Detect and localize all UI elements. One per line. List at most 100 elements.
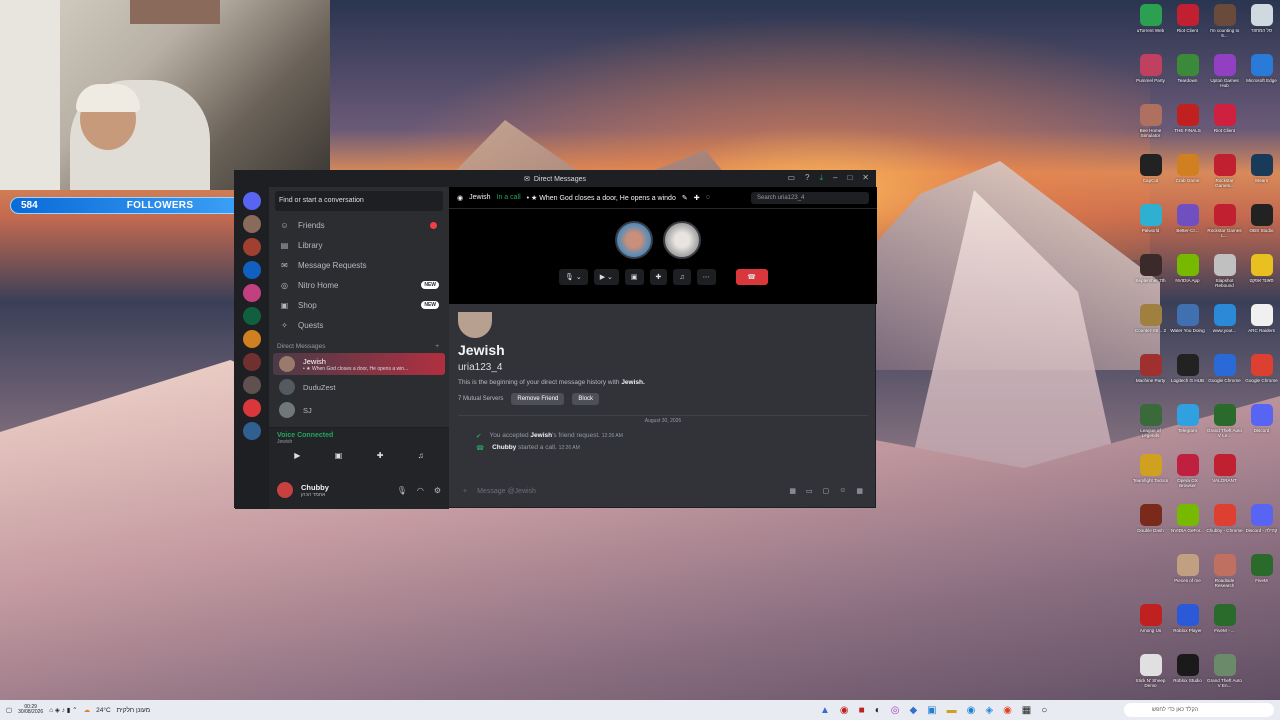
- sidebar-item-friends[interactable]: ☺ Friends: [269, 215, 449, 235]
- desktop-icon[interactable]: Roadside Research: [1206, 554, 1243, 604]
- desktop-icon[interactable]: ARC Raiders: [1243, 304, 1280, 354]
- desktop-icon[interactable]: Riot Client: [1169, 4, 1206, 54]
- message-composer[interactable]: + Message @Jewish ▦ ▭ ▢ ☺ ▦: [457, 481, 869, 501]
- desktop-icon[interactable]: Double Dash: [1132, 504, 1169, 554]
- desktop-icon[interactable]: Machine Party: [1132, 354, 1169, 404]
- taskbar-app-icon[interactable]: ▣: [927, 705, 936, 716]
- call-participant-avatar[interactable]: [663, 221, 701, 259]
- camera-icon[interactable]: ▶: [294, 451, 300, 460]
- desktop-icon[interactable]: Upton Games Hub: [1206, 54, 1243, 104]
- desktop-icon[interactable]: Discord: [1243, 404, 1280, 454]
- remove-friend-button[interactable]: Remove Friend: [511, 393, 565, 405]
- server-icon[interactable]: [243, 399, 261, 417]
- gear-icon[interactable]: ⚙: [434, 486, 441, 495]
- desktop-icon[interactable]: Slapshot Rebound: [1206, 254, 1243, 304]
- gift-icon[interactable]: ▦: [789, 487, 796, 495]
- desktop-icon[interactable]: Rockstar Games L...: [1206, 204, 1243, 254]
- desktop-icon[interactable]: סל המחזור: [1243, 4, 1280, 54]
- desktop-icon[interactable]: Google Chrome: [1243, 354, 1280, 404]
- server-icon[interactable]: [243, 192, 261, 210]
- sidebar-item-nitro[interactable]: ◎ Nitro Home NEW: [269, 275, 449, 295]
- microphone-icon[interactable]: 🎙: [397, 486, 407, 495]
- desktop-icon[interactable]: Palworld: [1132, 204, 1169, 254]
- soundboard-button[interactable]: ♫: [673, 269, 691, 285]
- screenshare-button[interactable]: ▣: [624, 269, 644, 285]
- activities-button[interactable]: ✚: [649, 269, 668, 285]
- inbox-icon[interactable]: ▭: [787, 173, 795, 183]
- desktop-icon[interactable]: [1132, 554, 1169, 604]
- attach-icon[interactable]: +: [463, 488, 467, 495]
- headphones-icon[interactable]: ◠: [417, 486, 424, 495]
- find-conversation-input[interactable]: Find or start a conversation: [275, 191, 443, 211]
- desktop-icon[interactable]: www.yout...: [1206, 304, 1243, 354]
- desktop-icon[interactable]: Steam: [1243, 154, 1280, 204]
- sidebar-item-quests[interactable]: ✧ Quests: [269, 315, 449, 335]
- desktop-icon[interactable]: uTorrent Web: [1132, 4, 1169, 54]
- server-icon[interactable]: [243, 238, 261, 256]
- maximize-button[interactable]: □: [847, 173, 852, 183]
- desktop-icon[interactable]: [1243, 604, 1280, 654]
- dm-item-jewish[interactable]: Jewish • ★ When God closes a door, He op…: [273, 353, 445, 375]
- call-participant-avatar[interactable]: [615, 221, 653, 259]
- desktop-icon[interactable]: FiveM: [1243, 554, 1280, 604]
- desktop-icon[interactable]: Opera GX Browser: [1169, 454, 1206, 504]
- plus-icon[interactable]: +: [435, 343, 439, 350]
- close-button[interactable]: ✕: [862, 173, 869, 183]
- taskbar-app-icon[interactable]: ▦: [1022, 705, 1031, 716]
- notification-icon[interactable]: ▢: [6, 706, 12, 714]
- taskbar-search-input[interactable]: הקלד כאן כדי לחפש: [1124, 703, 1274, 717]
- desktop-icon[interactable]: OBS Studio: [1243, 204, 1280, 254]
- gif-icon[interactable]: ▭: [806, 487, 813, 495]
- desktop-icon[interactable]: Water You Doing: [1169, 304, 1206, 354]
- taskbar-app-icon[interactable]: ■: [859, 705, 865, 716]
- desktop-icon[interactable]: League of Legends: [1132, 404, 1169, 454]
- desktop-icon[interactable]: I'm counting to 6...: [1206, 4, 1243, 54]
- sidebar-item-library[interactable]: ▤ Library: [269, 235, 449, 255]
- desktop-icon[interactable]: Roblox Player: [1169, 604, 1206, 654]
- apps-icon[interactable]: ▦: [856, 487, 863, 495]
- taskbar-app-icon[interactable]: ○: [1041, 705, 1047, 716]
- chat-search-input[interactable]: Search uria123_4: [751, 191, 869, 204]
- server-icon[interactable]: [243, 215, 261, 233]
- desktop-icon[interactable]: THE FINALS: [1169, 104, 1206, 154]
- taskbar-app-icon[interactable]: ◉: [840, 705, 849, 716]
- profile-icon[interactable]: ◌: [706, 194, 710, 201]
- desktop-icon[interactable]: [1243, 454, 1280, 504]
- sticker-icon[interactable]: ▢: [823, 487, 830, 495]
- desktop-icon[interactable]: FiveM - ...: [1206, 604, 1243, 654]
- desktop-icon[interactable]: Grand Theft Auto V En...: [1206, 654, 1243, 704]
- help-icon[interactable]: ?: [805, 173, 809, 183]
- server-icon[interactable]: [243, 422, 261, 440]
- server-icon[interactable]: [243, 376, 261, 394]
- server-icon[interactable]: [243, 261, 261, 279]
- desktop-icon[interactable]: Bee Home Simulator: [1132, 104, 1169, 154]
- desktop-icon[interactable]: September 7th: [1132, 254, 1169, 304]
- desktop-icon[interactable]: VALORANT: [1206, 454, 1243, 504]
- desktop-icon[interactable]: Counter-Str... 2: [1132, 304, 1169, 354]
- desktop-icon[interactable]: NVIDIA App: [1169, 254, 1206, 304]
- server-icon[interactable]: [243, 284, 261, 302]
- server-icon[interactable]: [243, 353, 261, 371]
- desktop-icon[interactable]: Telegram: [1169, 404, 1206, 454]
- taskbar-app-icon[interactable]: ◉: [967, 705, 976, 716]
- screenshare-icon[interactable]: ▣: [335, 451, 343, 460]
- desktop-icon[interactable]: CapCut: [1132, 154, 1169, 204]
- pin-icon[interactable]: ✎: [682, 194, 688, 202]
- more-button[interactable]: ⋯: [696, 269, 716, 285]
- mutual-servers-link[interactable]: 7 Mutual Servers: [458, 396, 503, 402]
- desktop-icon[interactable]: Crab Game: [1169, 154, 1206, 204]
- desktop-icon[interactable]: Google Chrome: [1206, 354, 1243, 404]
- desktop-icon[interactable]: [1243, 104, 1280, 154]
- block-button[interactable]: Block: [572, 393, 600, 405]
- taskbar-app-icon[interactable]: ◐: [875, 705, 881, 716]
- desktop-icon[interactable]: Teardown: [1169, 54, 1206, 104]
- desktop-icon[interactable]: Pieces of me: [1169, 554, 1206, 604]
- tray-icons[interactable]: ⌂ ◈ ♪ ▮ ⌃: [49, 706, 77, 714]
- sidebar-item-message-requests[interactable]: ✉ Message Requests: [269, 255, 449, 275]
- server-icon[interactable]: [243, 330, 261, 348]
- desktop-icon[interactable]: Rockstar Games...: [1206, 154, 1243, 204]
- taskbar-app-icon[interactable]: ◆: [909, 705, 917, 716]
- desktop-icon[interactable]: Discord - קהילה: [1243, 504, 1280, 554]
- desktop-icon[interactable]: Microsoft Edge: [1243, 54, 1280, 104]
- add-friends-icon[interactable]: ✚: [694, 194, 700, 202]
